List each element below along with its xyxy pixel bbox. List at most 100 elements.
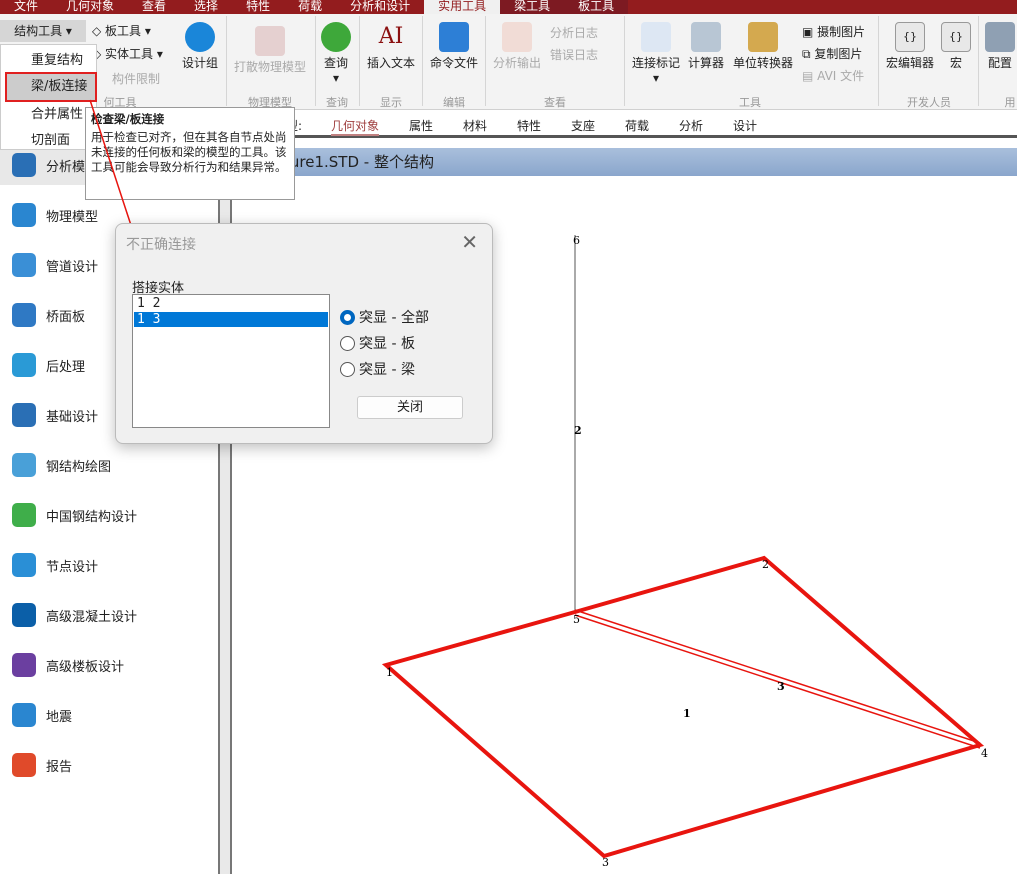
radio-label: 突显 - 梁 <box>359 362 415 378</box>
command-file-button[interactable]: 命令文件 <box>428 22 480 71</box>
command-file-label: 命令文件 <box>429 56 478 70</box>
list-item[interactable]: 1 2 <box>134 296 328 311</box>
node-label: 1 <box>386 666 393 679</box>
subtab-geometry[interactable]: 几何对象 <box>331 117 380 136</box>
chart-icon <box>502 22 532 52</box>
sidebar-item-label: 高级混凝土设计 <box>46 609 138 625</box>
group-label: 工具 <box>739 96 761 109</box>
radio-highlight-all[interactable]: 突显 - 全部 <box>340 307 429 327</box>
sidebar-item[interactable]: 高级混凝土设计 <box>0 595 218 635</box>
sidebar-item-label: 钢结构绘图 <box>46 459 112 475</box>
connection-marker-label: 连接标记 <box>631 56 680 70</box>
radio-highlight-plate[interactable]: 突显 - 板 <box>340 333 415 353</box>
capture-image-button[interactable]: ▣ 摄制图片 <box>802 23 865 40</box>
overlap-entities-list[interactable]: 1 2 1 3 <box>132 294 330 428</box>
menu-tab[interactable]: 实用工具 <box>424 0 501 14</box>
list-item[interactable]: 1 3 <box>134 312 328 327</box>
subtab-design[interactable]: 设计 <box>733 117 757 134</box>
capture-image-label: 摄制图片 <box>817 25 866 39</box>
sidebar-item[interactable]: 报告 <box>0 745 218 785</box>
play-icon <box>321 22 351 52</box>
copy-image-button[interactable]: ⧉ 复制图片 <box>802 45 862 62</box>
command-file-icon <box>439 22 469 52</box>
config-label: 配置 <box>987 56 1012 70</box>
wrench-gear-icon <box>985 22 1015 52</box>
sidebar-item-label: 节点设计 <box>46 559 99 575</box>
sidebar-icon <box>12 753 36 777</box>
sidebar-item[interactable]: 钢结构绘图 <box>0 445 218 485</box>
sidebar-item[interactable]: 节点设计 <box>0 545 218 585</box>
calculator-button[interactable]: 计算器 <box>686 22 726 71</box>
sidebar-icon <box>12 353 36 377</box>
close-button[interactable]: 关闭 <box>357 396 463 419</box>
group-label: 查询 <box>326 96 348 109</box>
analysis-output-label: 分析输出 <box>492 56 541 70</box>
subtab-properties[interactable]: 属性 <box>409 117 433 134</box>
node-label: 6 <box>573 234 580 247</box>
member-3[interactable] <box>574 609 981 744</box>
menu-tab[interactable]: 梁工具 <box>500 0 565 14</box>
unit-converter-button[interactable]: 单位转换器 <box>732 22 794 71</box>
query-label: 查询 <box>323 56 348 70</box>
member-label: 2 <box>574 424 582 437</box>
group-label: 编辑 <box>443 96 465 109</box>
analysis-log-button[interactable]: 分析日志 <box>550 24 598 41</box>
macro-button[interactable]: {} 宏 <box>940 22 972 71</box>
sidebar-item-label: 后处理 <box>46 359 86 375</box>
sidebar-icon <box>12 553 36 577</box>
group-label: 用 <box>1004 96 1016 109</box>
insert-text-button[interactable]: AI 插入文本 <box>364 22 418 71</box>
node-label: 5 <box>573 613 580 626</box>
close-icon[interactable]: ✕ <box>461 230 478 254</box>
copy-image-label: 复制图片 <box>814 47 863 61</box>
unit-converter-label: 单位转换器 <box>732 56 793 70</box>
radio-icon <box>340 335 355 351</box>
subtab-supports[interactable]: 支座 <box>571 117 595 134</box>
subtab-analysis[interactable]: 分析 <box>679 117 703 134</box>
analysis-output-button[interactable]: 分析输出 <box>490 22 544 71</box>
member-label: 3 <box>777 680 785 693</box>
sidebar-item[interactable]: 高级楼板设计 <box>0 645 218 685</box>
menu-tab[interactable]: 板工具 <box>564 0 629 14</box>
radio-icon <box>340 309 355 325</box>
sidebar-item-label: 中国钢结构设计 <box>46 509 138 525</box>
sidebar-item-label: 报告 <box>46 759 73 775</box>
sidebar-icon <box>12 653 36 677</box>
radio-icon <box>340 361 355 377</box>
viewport-title: ture1.STD - 整个结构 <box>232 148 1017 176</box>
macro-label: 宏 <box>949 56 962 70</box>
node-label: 2 <box>762 558 769 571</box>
radio-highlight-beam[interactable]: 突显 - 梁 <box>340 359 415 379</box>
query-button[interactable]: 查询 ▾ <box>318 22 354 85</box>
sidebar-item[interactable]: 中国钢结构设计 <box>0 495 218 535</box>
group-label: 查看 <box>544 96 566 109</box>
config-button[interactable]: 配置 <box>984 22 1016 71</box>
subtab-loads[interactable]: 荷载 <box>625 117 649 134</box>
calculator-icon <box>691 22 721 52</box>
sidebar-item-label: 基础设计 <box>46 409 99 425</box>
macro-scroll-icon: {} <box>895 22 925 52</box>
member-label: 1 <box>683 707 691 720</box>
insert-text-label: 插入文本 <box>366 56 415 70</box>
text-icon: AI <box>378 24 404 49</box>
sidebar-item[interactable]: 地震 <box>0 695 218 735</box>
tag-icon <box>641 22 671 52</box>
sidebar-icon <box>12 503 36 527</box>
sidebar-item-label: 地震 <box>46 709 73 725</box>
sidebar-icon <box>12 703 36 727</box>
macro-editor-label: 宏编辑器 <box>885 56 934 70</box>
subtab-specs[interactable]: 特性 <box>517 117 541 134</box>
sidebar-icon <box>12 403 36 427</box>
macro-editor-button[interactable]: {} 宏编辑器 <box>884 22 936 71</box>
group-label: 开发人员 <box>907 96 951 109</box>
menu-tab[interactable]: 分析和设计 <box>336 0 424 14</box>
avi-file-button[interactable]: ▤ AVI 文件 <box>802 67 864 84</box>
macro-icon: {} <box>941 22 971 52</box>
avi-file-label: AVI 文件 <box>817 69 865 83</box>
connection-marker-button[interactable]: 连接标记 ▾ <box>630 22 682 85</box>
radio-label: 突显 - 板 <box>359 336 415 352</box>
error-log-button[interactable]: 错误日志 <box>550 46 598 63</box>
radio-label: 突显 - 全部 <box>359 310 429 326</box>
node-label: 4 <box>981 747 988 760</box>
subtab-materials[interactable]: 材料 <box>463 117 487 134</box>
